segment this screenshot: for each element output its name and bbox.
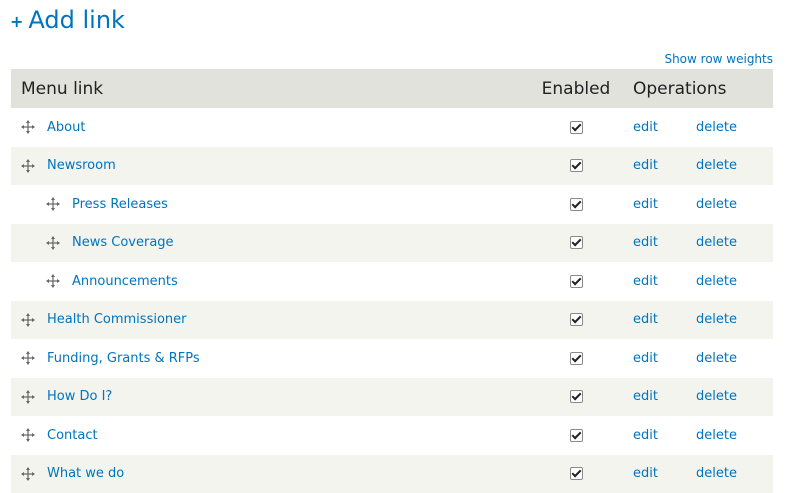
drag-handle-icon[interactable] bbox=[21, 467, 35, 481]
menu-link[interactable]: Contact bbox=[47, 428, 98, 443]
menu-link[interactable]: Funding, Grants & RFPs bbox=[47, 351, 200, 366]
menu-link-cell: About bbox=[11, 108, 527, 147]
menu-link[interactable]: Health Commissioner bbox=[47, 312, 186, 327]
edit-link[interactable]: edit bbox=[633, 235, 696, 250]
enabled-checkbox[interactable] bbox=[570, 159, 583, 172]
table-row: What we do editdelete bbox=[11, 455, 773, 493]
edit-link[interactable]: edit bbox=[633, 312, 696, 327]
add-link-label: Add link bbox=[28, 6, 125, 34]
delete-link[interactable]: delete bbox=[696, 312, 737, 327]
delete-link[interactable]: delete bbox=[696, 466, 737, 481]
menu-link-cell: Announcements bbox=[11, 262, 527, 301]
menu-link-cell: Funding, Grants & RFPs bbox=[11, 339, 527, 378]
operations-cell: editdelete bbox=[625, 147, 773, 186]
show-row-weights-link[interactable]: Show row weights bbox=[664, 52, 773, 66]
header-menu-link: Menu link bbox=[11, 69, 527, 108]
menu-link-cell: Press Releases bbox=[11, 185, 527, 224]
drag-handle-icon[interactable] bbox=[21, 351, 35, 365]
edit-link[interactable]: edit bbox=[633, 120, 696, 135]
delete-link[interactable]: delete bbox=[696, 235, 737, 250]
drag-handle-icon[interactable] bbox=[21, 120, 35, 134]
edit-link[interactable]: edit bbox=[633, 389, 696, 404]
header-operations: Operations bbox=[625, 69, 773, 108]
drag-handle-icon[interactable] bbox=[46, 236, 60, 250]
menu-link[interactable]: About bbox=[47, 120, 85, 135]
delete-link[interactable]: delete bbox=[696, 428, 737, 443]
edit-link[interactable]: edit bbox=[633, 197, 696, 212]
enabled-cell bbox=[527, 455, 625, 493]
operations-cell: editdelete bbox=[625, 416, 773, 455]
enabled-cell bbox=[527, 262, 625, 301]
header-enabled: Enabled bbox=[527, 69, 625, 108]
drag-handle-icon[interactable] bbox=[21, 390, 35, 404]
edit-link[interactable]: edit bbox=[633, 158, 696, 173]
menu-link-cell: What we do bbox=[11, 455, 527, 493]
enabled-checkbox[interactable] bbox=[570, 467, 583, 480]
enabled-cell bbox=[527, 224, 625, 263]
table-row: About editdelete bbox=[11, 108, 773, 147]
edit-link[interactable]: edit bbox=[633, 274, 696, 289]
enabled-cell bbox=[527, 301, 625, 340]
enabled-checkbox[interactable] bbox=[570, 390, 583, 403]
enabled-cell bbox=[527, 108, 625, 147]
delete-link[interactable]: delete bbox=[696, 120, 737, 135]
table-row: Announcements editdelete bbox=[11, 262, 773, 301]
operations-cell: editdelete bbox=[625, 301, 773, 340]
menu-link[interactable]: Announcements bbox=[72, 274, 178, 289]
delete-link[interactable]: delete bbox=[696, 158, 737, 173]
delete-link[interactable]: delete bbox=[696, 389, 737, 404]
table-row: News Coverage editdelete bbox=[11, 224, 773, 263]
enabled-checkbox[interactable] bbox=[570, 198, 583, 211]
menu-link[interactable]: News Coverage bbox=[72, 235, 174, 250]
edit-link[interactable]: edit bbox=[633, 428, 696, 443]
menu-link[interactable]: Press Releases bbox=[72, 197, 168, 212]
delete-link[interactable]: delete bbox=[696, 274, 737, 289]
menu-link[interactable]: What we do bbox=[47, 466, 124, 481]
enabled-checkbox[interactable] bbox=[570, 313, 583, 326]
enabled-cell bbox=[527, 147, 625, 186]
enabled-checkbox[interactable] bbox=[570, 352, 583, 365]
delete-link[interactable]: delete bbox=[696, 351, 737, 366]
operations-cell: editdelete bbox=[625, 224, 773, 263]
add-link-button[interactable]: + Add link bbox=[10, 6, 125, 34]
drag-handle-icon[interactable] bbox=[21, 159, 35, 173]
menu-link-cell: How Do I? bbox=[11, 378, 527, 417]
enabled-cell bbox=[527, 378, 625, 417]
drag-handle-icon[interactable] bbox=[46, 197, 60, 211]
drag-handle-icon[interactable] bbox=[46, 274, 60, 288]
menu-link-cell: Contact bbox=[11, 416, 527, 455]
table-row: Press Releases editdelete bbox=[11, 185, 773, 224]
enabled-cell bbox=[527, 185, 625, 224]
operations-cell: editdelete bbox=[625, 455, 773, 493]
menu-link-cell: Health Commissioner bbox=[11, 301, 527, 340]
table-row: Health Commissioner editdelete bbox=[11, 301, 773, 340]
table-header-row: Menu link Enabled Operations bbox=[11, 69, 773, 108]
operations-cell: editdelete bbox=[625, 339, 773, 378]
enabled-checkbox[interactable] bbox=[570, 275, 583, 288]
drag-handle-icon[interactable] bbox=[21, 313, 35, 327]
operations-cell: editdelete bbox=[625, 185, 773, 224]
delete-link[interactable]: delete bbox=[696, 197, 737, 212]
table-row: Contact editdelete bbox=[11, 416, 773, 455]
enabled-cell bbox=[527, 339, 625, 378]
enabled-cell bbox=[527, 416, 625, 455]
menu-link[interactable]: How Do I? bbox=[47, 389, 112, 404]
menu-link-cell: Newsroom bbox=[11, 147, 527, 186]
operations-cell: editdelete bbox=[625, 108, 773, 147]
enabled-checkbox[interactable] bbox=[570, 121, 583, 134]
table-row: How Do I? editdelete bbox=[11, 378, 773, 417]
menu-link-cell: News Coverage bbox=[11, 224, 527, 263]
table-row: Newsroom editdelete bbox=[11, 147, 773, 186]
enabled-checkbox[interactable] bbox=[570, 429, 583, 442]
menu-links-table: Menu link Enabled Operations Abouteditde… bbox=[11, 69, 773, 493]
menu-link[interactable]: Newsroom bbox=[47, 158, 116, 173]
edit-link[interactable]: edit bbox=[633, 351, 696, 366]
operations-cell: editdelete bbox=[625, 262, 773, 301]
edit-link[interactable]: edit bbox=[633, 466, 696, 481]
table-row: Funding, Grants & RFPs editdelete bbox=[11, 339, 773, 378]
plus-icon: + bbox=[10, 12, 23, 31]
operations-cell: editdelete bbox=[625, 378, 773, 417]
drag-handle-icon[interactable] bbox=[21, 428, 35, 442]
enabled-checkbox[interactable] bbox=[570, 236, 583, 249]
